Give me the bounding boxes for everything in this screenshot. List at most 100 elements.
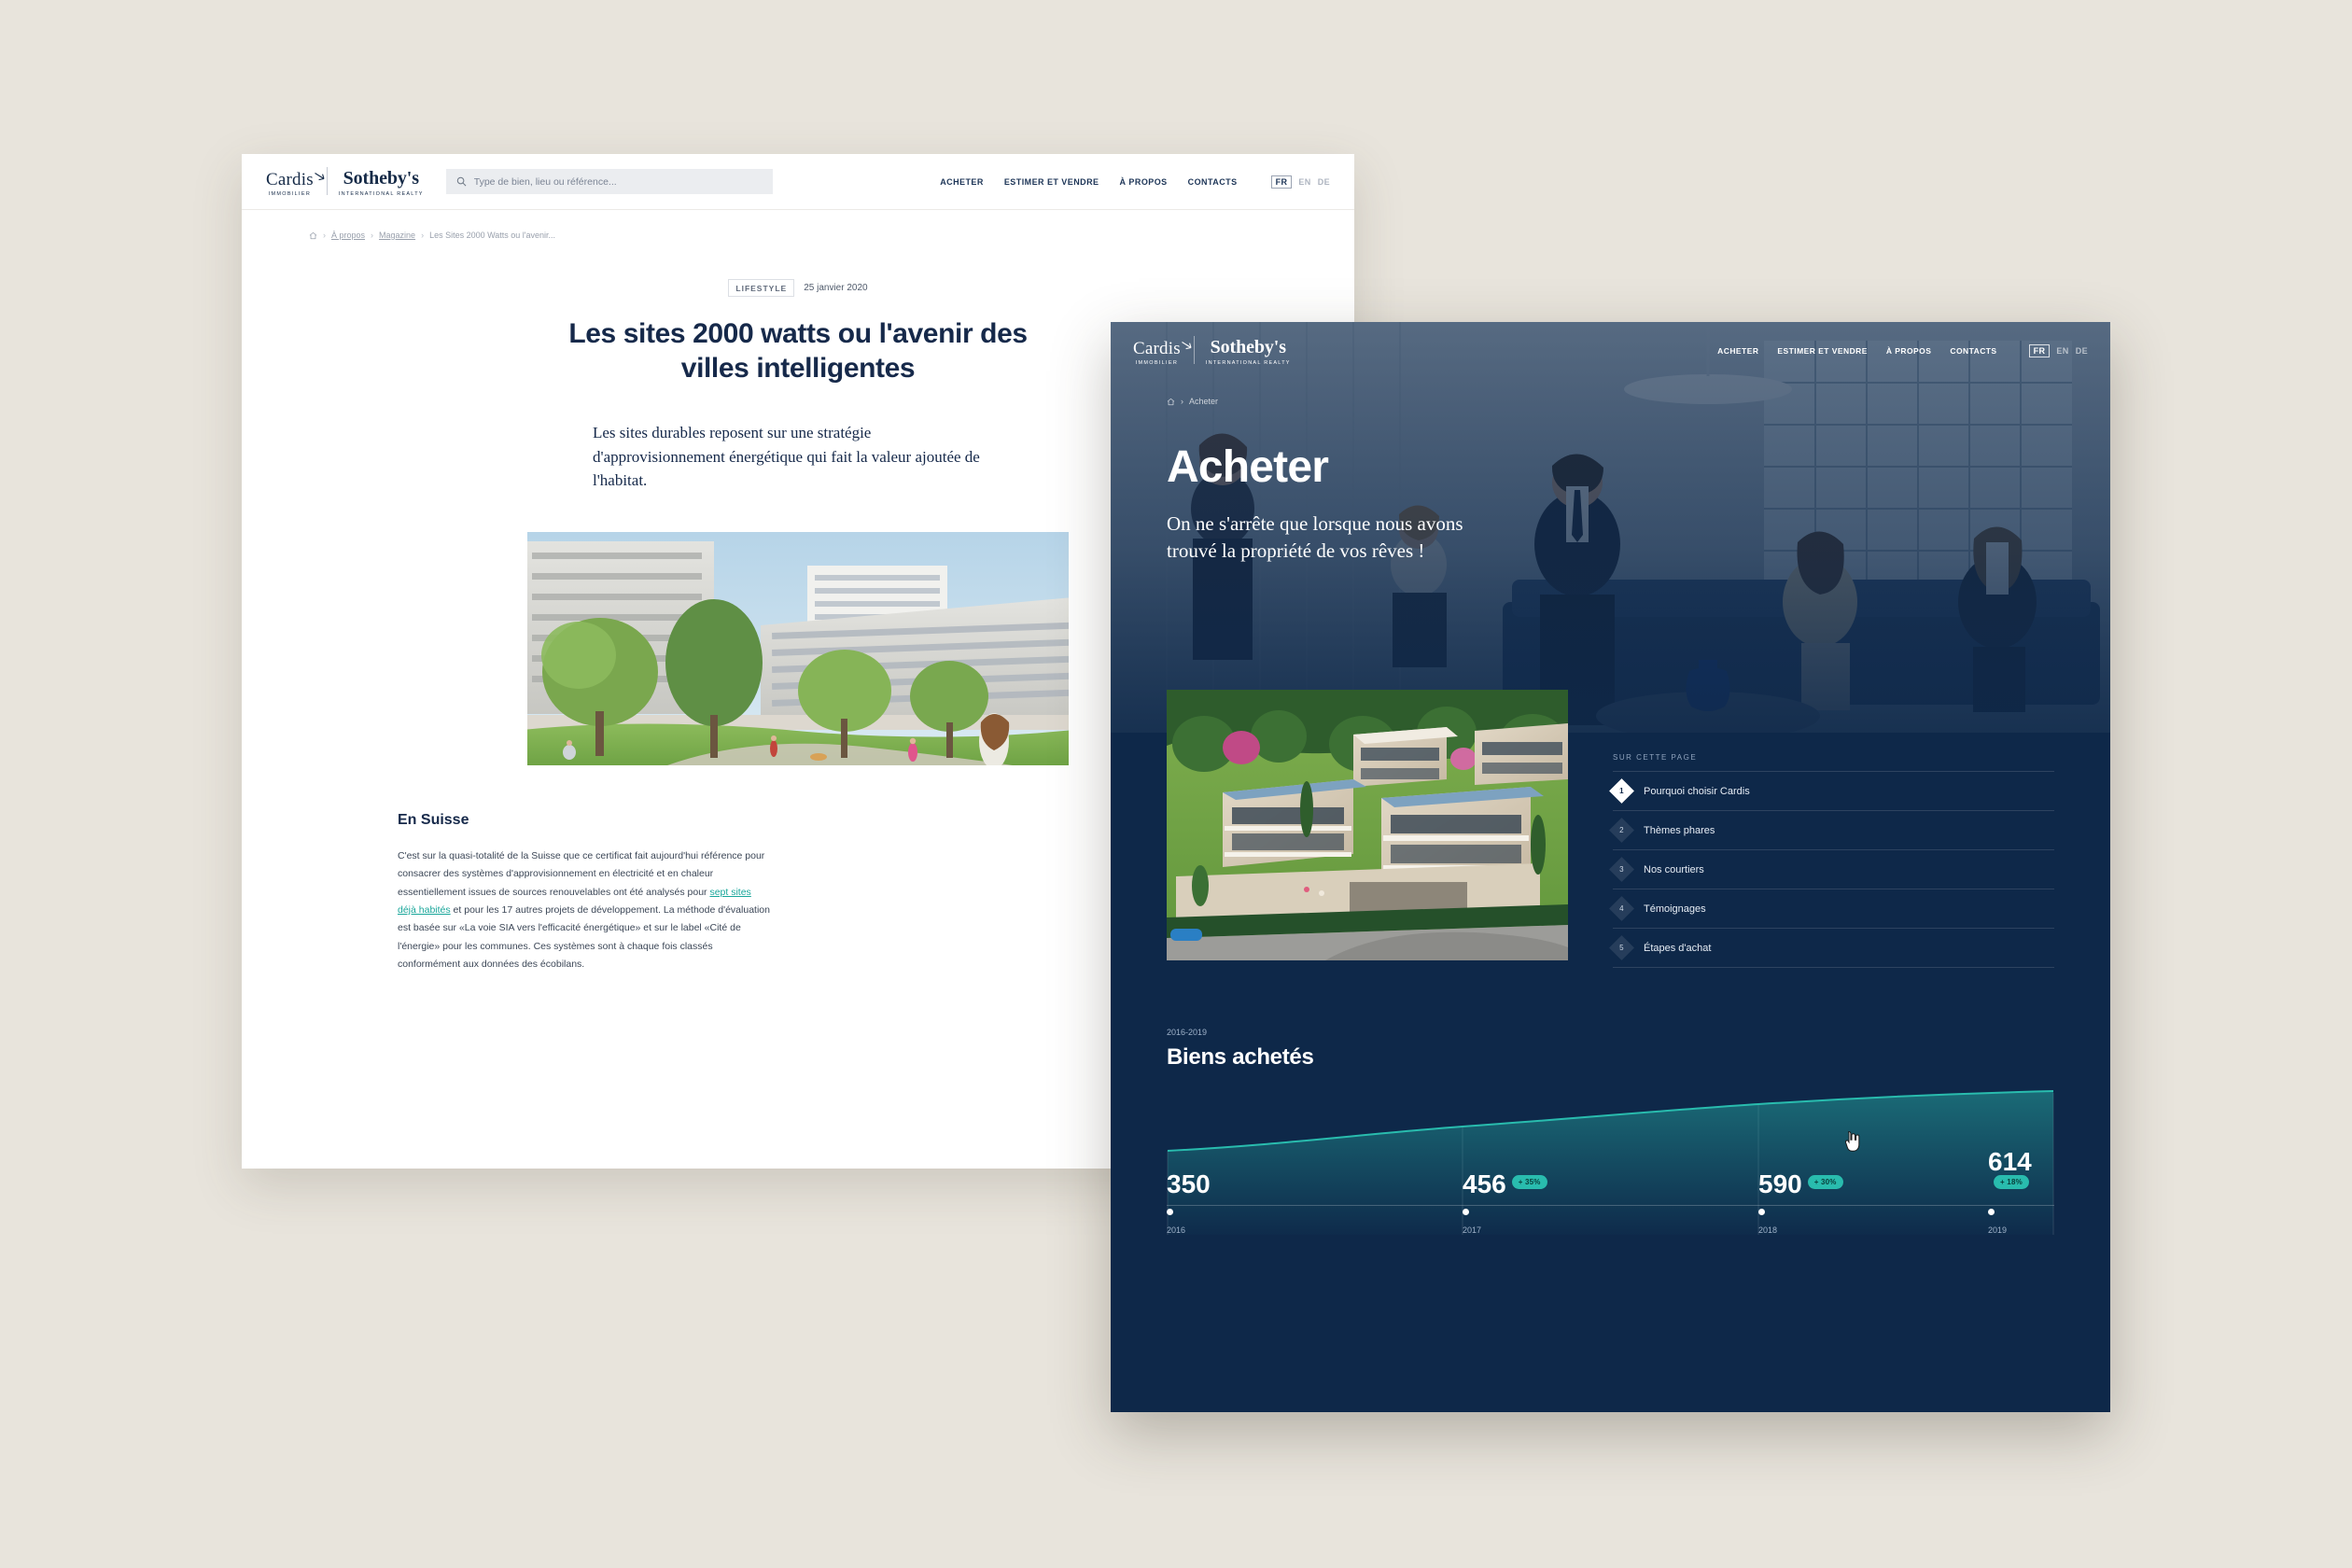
language-de[interactable]: DE (1318, 177, 1330, 187)
chart-year-label: 2017 (1463, 1225, 1482, 1235)
on-this-page-item-label: Étapes d'achat (1644, 942, 1712, 954)
nav-item-a-propos[interactable]: À PROPOS (1120, 177, 1168, 187)
acheter-middle-section: SUR CETTE PAGE 1 Pourquoi choisir Cardis… (1111, 690, 2110, 968)
chart-dot (1988, 1209, 1995, 1215)
search-icon (456, 176, 467, 187)
cardis-wordmark: Cardis (266, 169, 314, 189)
courtyard-illustration (527, 531, 1069, 765)
cardis-logo: Cardis IMMOBILIER (1133, 340, 1194, 366)
chart-point-2019: 614+ 18% 2019 (1988, 1149, 2054, 1235)
nav-item-contacts[interactable]: CONTACTS (1188, 177, 1238, 187)
search-bar[interactable] (445, 169, 773, 194)
cardis-wordmark: Cardis (1133, 339, 1181, 358)
chart-point-2017: 456 + 35% 2017 (1463, 1171, 1547, 1235)
chart-dot-row (1463, 1209, 1547, 1216)
nav-item-contacts[interactable]: CONTACTS (1950, 346, 1996, 356)
chart-value: 614 (1988, 1147, 2032, 1176)
on-this-page-item-pourquoi-choisir-cardis[interactable]: 1 Pourquoi choisir Cardis (1609, 771, 2054, 810)
article-header: Cardis IMMOBILIER Sotheby's INTERNATIONA… (242, 154, 1354, 210)
category-badge: LIFESTYLE (728, 279, 795, 297)
nav-item-estimer-et-vendre[interactable]: ESTIMER ET VENDRE (1777, 346, 1867, 356)
language-de[interactable]: DE (2076, 346, 2088, 356)
chart-value: 590 (1758, 1169, 1802, 1198)
on-this-page-item-themes-phares[interactable]: 2 Thèmes phares (1609, 810, 2054, 849)
on-this-page-nav: SUR CETTE PAGE 1 Pourquoi choisir Cardis… (1609, 744, 2054, 968)
acheter-header: Cardis IMMOBILIER Sotheby's INTERNATIONA… (1111, 322, 2110, 380)
cardis-swoosh-icon (1182, 342, 1192, 350)
chart-growth-badge: + 18% (1994, 1175, 2029, 1189)
on-this-page-item-nos-courtiers[interactable]: 3 Nos courtiers (1609, 849, 2054, 889)
chart-dot-row (1167, 1209, 1211, 1216)
cardis-sothebys-logo[interactable]: Cardis IMMOBILIER Sotheby's INTERNATIONA… (1133, 336, 1291, 366)
step-number: 1 (1619, 786, 1624, 795)
chart-point-2016: 350 2016 (1167, 1171, 1211, 1235)
main-navigation: ACHETER ESTIMER ET VENDRE À PROPOS CONTA… (940, 175, 1330, 189)
property-image[interactable] (1167, 690, 1568, 960)
chart-growth-badge: + 35% (1511, 1175, 1547, 1189)
language-switcher: FR EN DE (2028, 344, 2088, 357)
language-en[interactable]: EN (1298, 177, 1310, 187)
chart-plot-area: 350 2016 456 + 35% 2017 590 + 30% 2018 6… (1167, 1085, 2054, 1235)
breadcrumb-item-a-propos[interactable]: À propos (331, 231, 365, 240)
step-number: 3 (1619, 864, 1624, 874)
step-number: 2 (1619, 825, 1624, 834)
nav-item-a-propos[interactable]: À PROPOS (1886, 346, 1931, 356)
logo-divider (1193, 336, 1195, 364)
chart-year-label: 2018 (1758, 1225, 1778, 1235)
home-icon[interactable] (1167, 398, 1175, 406)
chart-title: Biens achetés (1167, 1044, 1314, 1070)
chart-year-label: 2019 (1988, 1225, 2008, 1235)
publish-date: 25 janvier 2020 (804, 283, 868, 293)
breadcrumb-item-current: Les Sites 2000 Watts ou l'avenir... (429, 231, 556, 240)
sothebys-logo: Sotheby's INTERNATIONAL REALTY (339, 169, 424, 197)
chart-value: 456 (1463, 1169, 1506, 1198)
article-hero-image (527, 531, 1069, 765)
cardis-swoosh-icon (315, 172, 325, 180)
hero-subtitle: On ne s'arrête que lorsque nous avons tr… (1167, 512, 1463, 562)
on-this-page-item-temoignages[interactable]: 4 Témoignages (1609, 889, 2054, 928)
language-en[interactable]: EN (2056, 346, 2068, 356)
hero-section: Cardis IMMOBILIER Sotheby's INTERNATIONA… (1111, 322, 2110, 733)
hero-text-block: Acheter On ne s'arrête que lorsque nous … (1111, 406, 2110, 565)
breadcrumb-separator: › (421, 231, 425, 240)
sothebys-wordmark: Sotheby's (1210, 337, 1286, 357)
nav-item-acheter[interactable]: ACHETER (940, 177, 984, 187)
chart-subtitle: 2016-2019 (1167, 1028, 1208, 1037)
screenshot-stage: Cardis IMMOBILIER Sotheby's INTERNATIONA… (0, 0, 2352, 1568)
cardis-sothebys-logo[interactable]: Cardis IMMOBILIER Sotheby's INTERNATIONA… (266, 166, 424, 197)
on-this-page-item-label: Témoignages (1644, 903, 1706, 915)
cardis-subtitle: IMMOBILIER (268, 190, 312, 197)
chart-dot-row (1758, 1209, 1843, 1216)
step-number-diamond: 3 (1609, 857, 1634, 882)
page-title: Acheter (1167, 442, 1329, 492)
sothebys-subtitle: INTERNATIONAL REALTY (1205, 360, 1291, 366)
on-this-page-item-label: Pourquoi choisir Cardis (1644, 785, 1750, 797)
language-fr[interactable]: FR (2028, 344, 2051, 357)
chart-point-2018: 590 + 30% 2018 (1758, 1171, 1843, 1235)
acheter-window: Cardis IMMOBILIER Sotheby's INTERNATIONA… (1111, 322, 2110, 1412)
step-number-diamond: 5 (1609, 935, 1634, 960)
step-number-diamond: 4 (1609, 896, 1634, 921)
home-icon[interactable] (309, 231, 317, 240)
chart-dot (1167, 1209, 1173, 1215)
biens-achetes-chart: 2016-2019 Biens achetés 350 2016 456 + 3… (1111, 968, 2110, 1235)
language-fr[interactable]: FR (1270, 175, 1293, 189)
breadcrumb: › À propos › Magazine › Les Sites 2000 W… (242, 210, 1354, 240)
paragraph-text-after-link: et pour les 17 autres projets de dévelop… (398, 903, 770, 971)
on-this-page-item-label: Nos courtiers (1644, 863, 1704, 875)
search-input[interactable] (473, 175, 763, 188)
breadcrumb-separator: › (371, 231, 374, 240)
nav-item-estimer-et-vendre[interactable]: ESTIMER ET VENDRE (1004, 177, 1099, 187)
chart-dot-row (1988, 1209, 2054, 1216)
nav-item-acheter[interactable]: ACHETER (1717, 346, 1758, 356)
language-switcher: FR EN DE (1270, 175, 1330, 189)
breadcrumb-item-magazine[interactable]: Magazine (379, 231, 415, 240)
cardis-logo: Cardis IMMOBILIER (266, 171, 327, 197)
cardis-subtitle: IMMOBILIER (1135, 360, 1179, 366)
on-this-page-item-etapes-dachat[interactable]: 5 Étapes d'achat (1609, 928, 2054, 968)
article-paragraph: C'est sur la quasi-totalité de la Suisse… (398, 847, 771, 974)
on-this-page-label: SUR CETTE PAGE (1613, 753, 1698, 762)
chart-growth-badge: + 30% (1807, 1175, 1843, 1189)
breadcrumb: › Acheter (1111, 380, 2110, 406)
sothebys-subtitle: INTERNATIONAL REALTY (338, 190, 424, 197)
